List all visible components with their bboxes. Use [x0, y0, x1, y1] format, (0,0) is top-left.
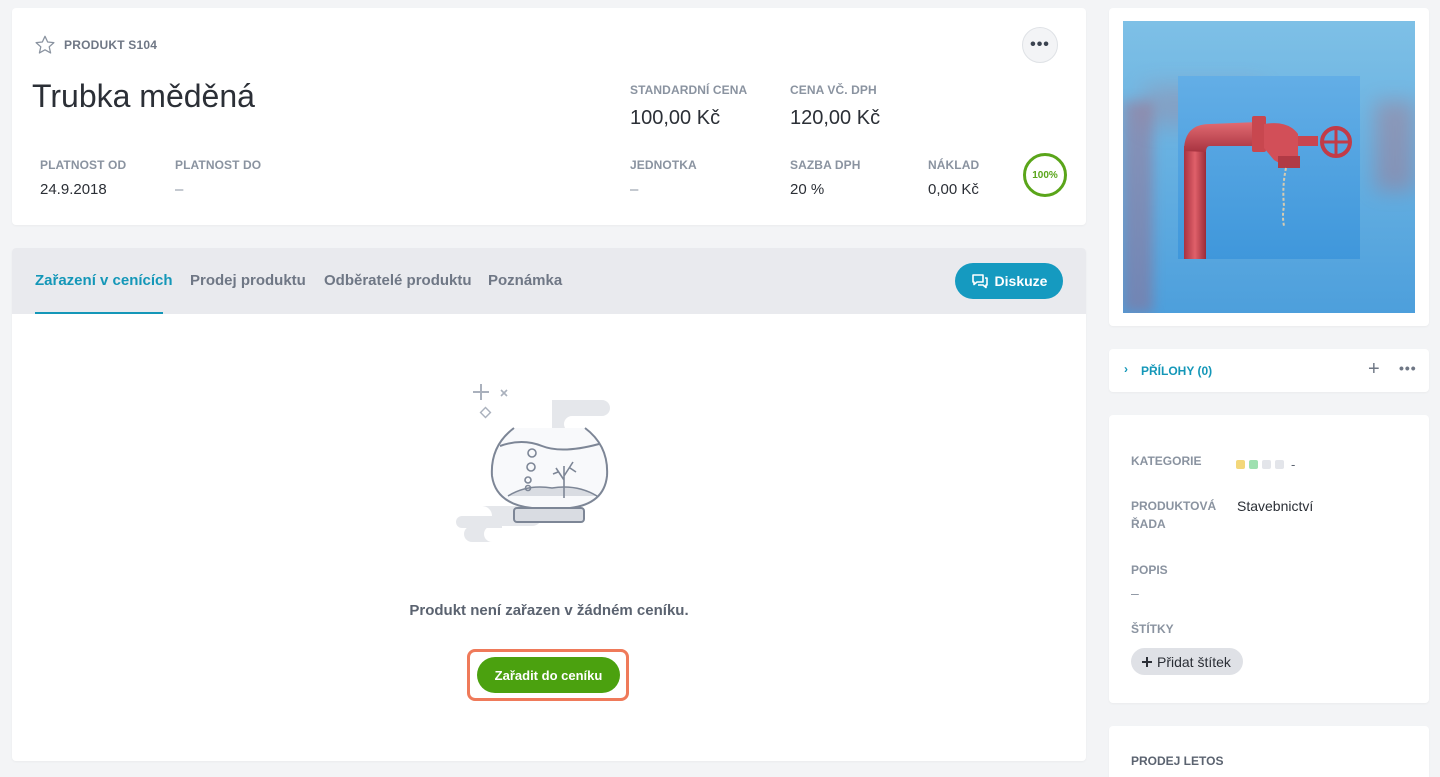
attachments-card: › PŘÍLOHY (0) + ••• [1109, 349, 1429, 392]
category-dot [1275, 460, 1284, 469]
vat-rate-label: SAZBA DPH [790, 158, 861, 172]
cost-label: NÁKLAD [928, 158, 980, 172]
description-label: POPIS [1131, 563, 1168, 577]
discussion-button[interactable]: Diskuze [955, 263, 1063, 299]
product-line-label-2: ŘADA [1131, 517, 1166, 531]
tab-note[interactable]: Poznámka [488, 272, 562, 289]
add-to-pricelist-button[interactable]: Zařadit do ceníku [477, 657, 620, 693]
photo-blur-right [1375, 101, 1415, 191]
photo-blur-left [1123, 101, 1153, 313]
sales-this-year-label: PRODEJ LETOS [1131, 754, 1224, 768]
valid-to-field: PLATNOST DO – [175, 158, 261, 198]
vat-rate-field: SAZBA DPH 20 % [790, 158, 860, 198]
valid-to-label: PLATNOST DO [175, 158, 262, 172]
product-code-row: PRODUKT S104 [34, 34, 157, 56]
category-dot [1236, 460, 1245, 469]
more-options-button[interactable]: ••• [1022, 27, 1058, 63]
more-icon: ••• [1030, 36, 1050, 53]
tab-product-sales[interactable]: Prodej produktu [190, 272, 306, 289]
category-value: - [1291, 457, 1296, 472]
standard-price-field: STANDARDNÍ CENA 100,00 Kč [630, 83, 747, 130]
attachments-more-icon[interactable]: ••• [1399, 360, 1417, 376]
valid-from-label: PLATNOST OD [40, 158, 127, 172]
product-header-card: PRODUKT S104 Trubka měděná ••• STANDARDN… [12, 8, 1086, 225]
valid-to-value: – [175, 181, 184, 198]
unit-value: – [630, 181, 639, 198]
add-tag-button[interactable]: Přidat štítek [1131, 648, 1243, 675]
category-color-dots: - [1236, 457, 1295, 472]
vat-rate-value: 20 % [790, 181, 825, 198]
product-photo[interactable] [1123, 21, 1415, 313]
price-vat-label: CENA VČ. DPH [790, 83, 877, 97]
cost-value: 0,00 Kč [928, 181, 979, 198]
cost-field: NÁKLAD 0,00 Kč [928, 158, 979, 198]
price-vat-field: CENA VČ. DPH 120,00 Kč [790, 83, 880, 130]
active-tab-indicator [35, 312, 163, 314]
completeness-indicator: 100% [1023, 153, 1067, 197]
photo-main [1178, 76, 1360, 259]
category-dot [1249, 460, 1258, 469]
product-line-value: Stavebnictví [1237, 498, 1314, 514]
product-line-label: PRODUKTOVÁ [1131, 499, 1217, 513]
description-value: – [1131, 585, 1139, 601]
price-vat-value: 120,00 Kč [790, 107, 881, 129]
unit-label: JEDNOTKA [630, 158, 697, 172]
star-icon[interactable] [34, 34, 56, 56]
chat-icon [971, 274, 988, 289]
attachments-toggle[interactable]: PŘÍLOHY (0) [1141, 364, 1212, 378]
plus-icon [1142, 656, 1152, 667]
standard-price-value: 100,00 Kč [630, 107, 721, 129]
tab-pricelists[interactable]: Zařazení v cenících [35, 272, 173, 289]
category-dot [1262, 460, 1271, 469]
chevron-right-icon[interactable]: › [1124, 362, 1128, 376]
product-image-card [1109, 8, 1429, 326]
completeness-value: 100% [1032, 169, 1058, 181]
tab-product-customers[interactable]: Odběratelé produktu [324, 272, 472, 289]
product-code: PRODUKT S104 [64, 38, 158, 52]
sales-this-year-card: PRODEJ LETOS [1109, 726, 1429, 777]
tab-bar: Zařazení v cenících Prodej produktu Odbě… [12, 248, 1086, 314]
red-pipe-valve-picture [1184, 116, 1352, 259]
add-attachment-icon[interactable]: + [1368, 358, 1380, 381]
tags-label: ŠTÍTKY [1131, 622, 1174, 636]
unit-field: JEDNOTKA – [630, 158, 697, 198]
add-tag-label: Přidat štítek [1157, 653, 1231, 670]
product-info-card: KATEGORIE - PRODUKTOVÁ ŘADA Stavebnictví… [1109, 415, 1429, 703]
discussion-label: Diskuze [994, 273, 1048, 289]
valid-from-field: PLATNOST OD 24.9.2018 [40, 158, 126, 198]
fishbowl-illustration [456, 384, 610, 542]
product-title: Trubka měděná [32, 78, 255, 114]
empty-state-message: Produkt není zařazen v žádném ceníku. [409, 602, 689, 619]
valid-from-value: 24.9.2018 [40, 181, 107, 198]
category-label: KATEGORIE [1131, 454, 1202, 468]
main-content-card: Zařazení v cenících Prodej produktu Odbě… [12, 248, 1086, 761]
standard-price-label: STANDARDNÍ CENA [630, 83, 748, 97]
